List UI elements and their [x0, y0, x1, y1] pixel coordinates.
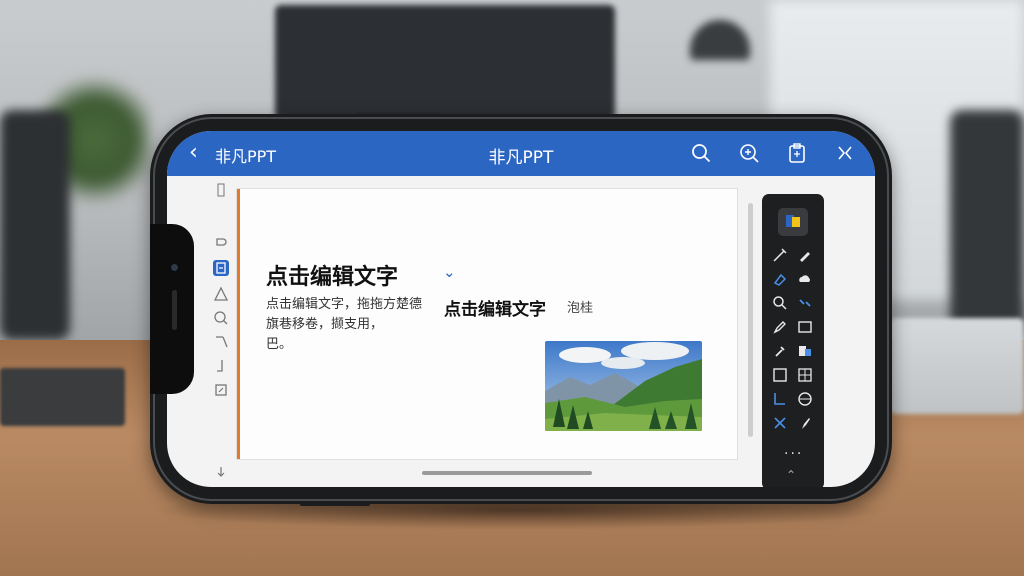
dropper-icon[interactable]	[771, 342, 789, 360]
search-icon[interactable]	[690, 142, 712, 164]
frame-icon[interactable]	[213, 382, 229, 398]
scroll-down-icon[interactable]	[213, 464, 229, 480]
active-slide-icon[interactable]	[213, 260, 229, 276]
editing-text-overlay[interactable]: 点击编辑文字	[444, 295, 546, 320]
front-camera	[170, 263, 179, 272]
app-header: ‹ 非凡PPT 非凡PPT	[167, 131, 875, 176]
more-tools-icon[interactable]: ···	[784, 446, 803, 462]
slide-canvas[interactable]: 点击编辑文字 ⌄ 点击编辑文字，拖拖方楚德 旗巷移卷，撷支用， 巴。 点击编辑文…	[237, 189, 737, 459]
comment-search-icon[interactable]	[738, 142, 760, 164]
triangle-icon[interactable]	[213, 286, 229, 302]
rail-top-icon[interactable]	[213, 182, 229, 198]
back-icon[interactable]: ‹	[189, 140, 198, 166]
phone-screen: ‹ 非凡PPT 非凡PPT 点击编辑文字 ⌄ 点击编辑文字，拖拖方楚德 旗巷移卷…	[167, 131, 875, 487]
body-line-1b: 拖拖方楚德	[357, 297, 423, 312]
phone-frame: ‹ 非凡PPT 非凡PPT 点击编辑文字 ⌄ 点击编辑文字，拖拖方楚德 旗巷移卷…	[150, 114, 892, 504]
search-icon[interactable]	[213, 310, 229, 326]
fill-icon[interactable]	[796, 342, 814, 360]
drawing-toolbar: ··· ⌃	[762, 194, 824, 487]
square-icon[interactable]	[771, 366, 789, 384]
rect-icon[interactable]	[796, 318, 814, 336]
phone-speaker	[172, 290, 177, 330]
document-name[interactable]: 非凡PPT	[215, 143, 276, 167]
body-line-3: 巴。	[266, 337, 293, 352]
close-panels-icon[interactable]	[834, 142, 856, 164]
connector-icon[interactable]	[771, 390, 789, 408]
circle-icon[interactable]	[796, 390, 814, 408]
pencil-icon[interactable]	[771, 318, 789, 336]
marker-icon[interactable]	[796, 246, 814, 264]
grid-icon[interactable]	[796, 366, 814, 384]
slide-body-text[interactable]: 点击编辑文字，拖拖方楚德 旗巷移卷，撷支用， 巴。	[266, 295, 456, 355]
collapse-toolbar-icon[interactable]: ⌃	[786, 468, 796, 482]
clipboard-icon[interactable]	[786, 142, 808, 164]
format-icon[interactable]	[213, 236, 229, 252]
body-line-2: 旗巷移卷，撷支用，	[266, 317, 384, 332]
search-icon[interactable]	[771, 294, 789, 312]
vertical-scrollbar[interactable]	[748, 203, 753, 437]
body-tail-text: 泡桂	[567, 301, 594, 316]
cross-icon[interactable]	[771, 414, 789, 432]
cloud-icon[interactable]	[796, 270, 814, 288]
eraser-icon[interactable]	[771, 270, 789, 288]
slide-heading[interactable]: 点击编辑文字	[266, 259, 398, 291]
landscape-image[interactable]	[545, 341, 702, 431]
pen-icon[interactable]	[213, 334, 229, 350]
theme-color-button[interactable]	[778, 208, 808, 236]
line-icon[interactable]	[213, 358, 229, 374]
link-icon[interactable]	[796, 294, 814, 312]
home-indicator[interactable]	[422, 471, 592, 475]
chevron-down-icon[interactable]: ⌄	[443, 263, 456, 281]
body-line-1: 点击编辑文字，	[266, 297, 358, 312]
brush-icon[interactable]	[796, 414, 814, 432]
pen-icon[interactable]	[771, 246, 789, 264]
